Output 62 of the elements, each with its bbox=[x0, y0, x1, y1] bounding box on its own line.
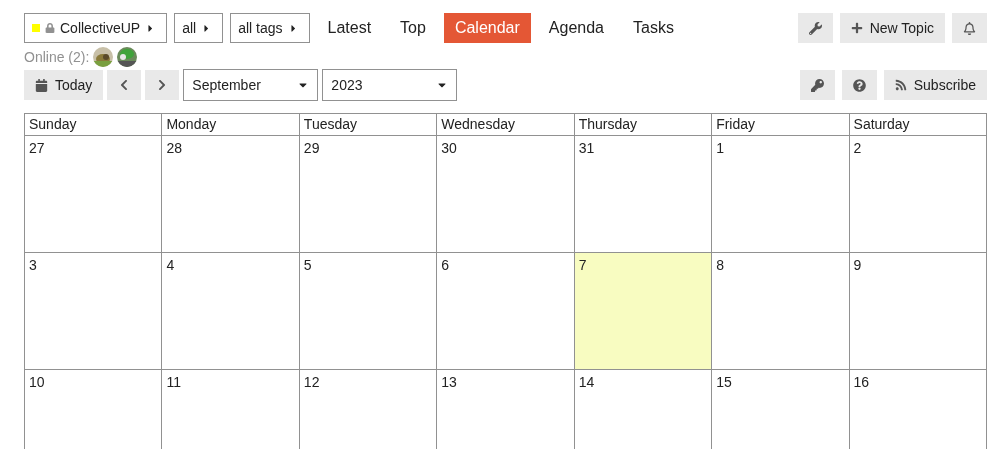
day-cell[interactable]: 1 bbox=[712, 136, 850, 253]
day-number: 15 bbox=[716, 374, 732, 390]
new-topic-button[interactable]: New Topic bbox=[839, 13, 945, 43]
day-number: 12 bbox=[303, 374, 320, 390]
day-number: 16 bbox=[853, 374, 870, 390]
rss-icon bbox=[894, 79, 907, 91]
key-button[interactable] bbox=[799, 70, 835, 100]
day-number: 13 bbox=[441, 374, 457, 390]
day-number: 1 bbox=[716, 140, 724, 156]
calendar-icon bbox=[35, 78, 48, 92]
day-cell[interactable]: 2 bbox=[849, 136, 987, 253]
settings-button[interactable] bbox=[797, 13, 833, 43]
day-cell[interactable]: 5 bbox=[299, 253, 438, 370]
day-cell[interactable]: 9 bbox=[849, 253, 987, 370]
previous-button[interactable] bbox=[107, 70, 142, 100]
day-cell[interactable]: 30 bbox=[437, 136, 575, 253]
day-cell[interactable]: 6 bbox=[437, 253, 575, 370]
plus-icon bbox=[850, 22, 863, 34]
day-number: 2 bbox=[853, 140, 862, 156]
day-number: 8 bbox=[716, 257, 724, 273]
nav-tab[interactable]: Latest bbox=[316, 13, 383, 43]
day-cell[interactable]: 31 bbox=[574, 136, 713, 253]
day-number: 30 bbox=[441, 140, 457, 156]
nav-tab[interactable]: Agenda bbox=[537, 13, 615, 43]
day-number: 5 bbox=[303, 257, 312, 273]
online-label: Online (2): bbox=[24, 49, 90, 65]
nav-tab[interactable]: Tasks bbox=[622, 13, 685, 43]
next-button[interactable] bbox=[145, 70, 180, 100]
nav-tab[interactable]: Top bbox=[389, 13, 437, 43]
day-number: 11 bbox=[166, 374, 181, 390]
day-cell[interactable]: 8 bbox=[712, 253, 850, 370]
day-number: 28 bbox=[166, 140, 182, 156]
day-cell[interactable]: 4 bbox=[162, 253, 300, 370]
help-icon bbox=[852, 78, 866, 92]
day-number: 10 bbox=[29, 374, 45, 390]
wrench-icon bbox=[808, 21, 822, 35]
bell-icon bbox=[963, 21, 976, 35]
subscribe-button[interactable]: Subscribe bbox=[883, 70, 987, 100]
filter-dropdown[interactable]: all tags bbox=[230, 13, 310, 43]
day-number: 14 bbox=[578, 374, 595, 390]
nav-tab[interactable]: Calendar bbox=[443, 13, 531, 43]
day-number: 4 bbox=[166, 257, 175, 273]
filter-dropdown[interactable]: all bbox=[174, 13, 224, 43]
day-number: 7 bbox=[578, 257, 587, 273]
help-button[interactable] bbox=[841, 70, 877, 100]
day-cell[interactable]: 7 bbox=[574, 253, 713, 370]
today-button[interactable]: Today bbox=[24, 70, 104, 100]
day-number: 27 bbox=[29, 140, 45, 156]
day-number: 29 bbox=[303, 140, 320, 156]
month-select[interactable]: September bbox=[183, 69, 319, 101]
key-icon bbox=[810, 78, 824, 92]
day-number: 31 bbox=[578, 140, 595, 156]
day-number: 9 bbox=[853, 257, 862, 273]
day-number: 6 bbox=[441, 257, 450, 273]
day-cell[interactable]: 3 bbox=[25, 253, 163, 370]
day-number: 3 bbox=[29, 257, 37, 273]
day-cell[interactable]: 27 bbox=[25, 136, 163, 253]
day-cell[interactable]: 28 bbox=[162, 136, 300, 253]
category-dropdown[interactable]: CollectiveUP bbox=[24, 13, 168, 43]
notifications-button[interactable] bbox=[952, 13, 987, 43]
year-select[interactable]: 2023 bbox=[322, 69, 458, 101]
day-cell[interactable]: 29 bbox=[299, 136, 438, 253]
